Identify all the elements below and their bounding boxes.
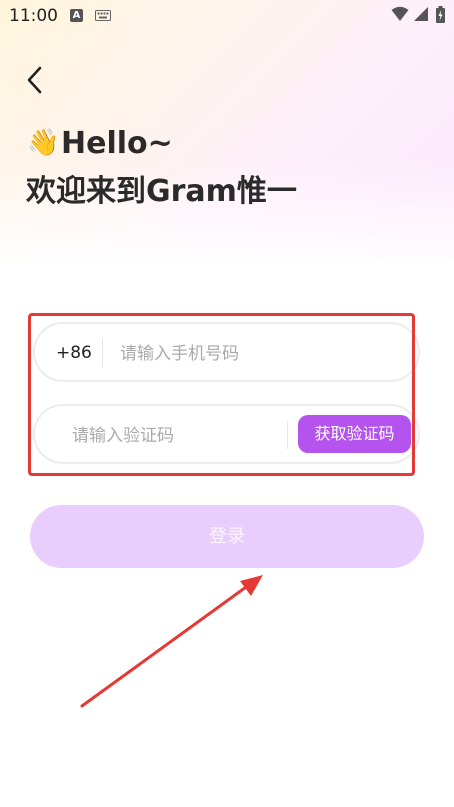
battery-icon bbox=[436, 6, 445, 23]
wifi-icon bbox=[391, 6, 409, 21]
status-bar: 11:00 A bbox=[0, 0, 454, 32]
annotation-highlight-box bbox=[28, 313, 415, 476]
welcome-title: 欢迎来到Gram惟一 bbox=[26, 174, 297, 209]
status-time: 11:00 bbox=[9, 6, 58, 26]
a-icon: A bbox=[70, 9, 83, 22]
annotation-arrow bbox=[80, 575, 263, 708]
chevron-left-icon bbox=[27, 66, 42, 94]
keyboard-icon bbox=[95, 10, 111, 21]
signal-icon bbox=[414, 7, 428, 21]
greeting-title: Hello~ bbox=[61, 126, 173, 161]
login-button[interactable]: 登录 bbox=[30, 505, 424, 568]
waving-hand-icon: 👋 bbox=[27, 128, 60, 158]
back-button[interactable] bbox=[18, 62, 54, 98]
